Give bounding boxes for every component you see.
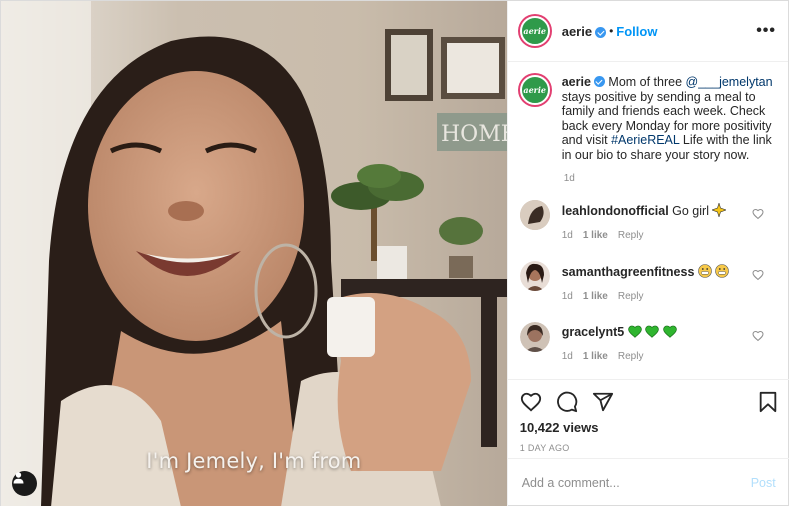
comments-list[interactable]: aerie aerie Mom of three @___jemelytan s… bbox=[508, 63, 789, 379]
caption-text: aerie Mom of three @___jemelytan stays p… bbox=[562, 75, 776, 163]
grin-emoji-icon bbox=[715, 263, 730, 278]
caption-username[interactable]: aerie bbox=[562, 75, 591, 89]
add-comment-bar: Add a comment... Post bbox=[507, 458, 789, 506]
user-tag-button[interactable] bbox=[12, 471, 37, 496]
comment-time[interactable]: 1d bbox=[562, 291, 573, 302]
comment-likes[interactable]: 1 like bbox=[583, 291, 608, 302]
comment-avatar[interactable] bbox=[519, 321, 550, 352]
comment-reply-button[interactable]: Reply bbox=[618, 351, 644, 362]
caption-avatar[interactable]: aerie bbox=[519, 75, 550, 105]
comment-body: leahlondonofficial Go girl 1d 1 like Reply bbox=[562, 202, 727, 241]
green-heart-emoji-icon bbox=[627, 325, 642, 338]
post-side-panel: aerie aerie • Follow ••• aerie aerie Mom… bbox=[506, 1, 789, 506]
sparkle-emoji-icon bbox=[712, 202, 727, 217]
comment-body: samanthagreenfitness 1d 1 like Reply bbox=[562, 263, 730, 302]
caption-text-start: Mom of three bbox=[608, 75, 686, 89]
post-date[interactable]: 1 DAY AGO bbox=[520, 443, 778, 453]
comment-time[interactable]: 1d bbox=[562, 351, 573, 362]
comment-like-heart-icon[interactable] bbox=[752, 269, 764, 281]
header-username[interactable]: aerie bbox=[562, 24, 592, 39]
comment-username[interactable]: samanthagreenfitness bbox=[562, 265, 695, 279]
comment-reply-button[interactable]: Reply bbox=[618, 230, 644, 241]
video-frame: HOME bbox=[1, 1, 507, 506]
comment-like-heart-icon[interactable] bbox=[752, 208, 764, 220]
comment-time[interactable]: 1d bbox=[562, 230, 573, 241]
comment-text: Go girl bbox=[672, 203, 709, 218]
follow-button[interactable]: Follow bbox=[616, 24, 657, 39]
post-video[interactable]: HOME bbox=[1, 1, 507, 506]
more-options-button[interactable]: ••• bbox=[756, 22, 776, 40]
post-actions: 10,422 views 1 DAY AGO bbox=[507, 379, 789, 453]
action-icons bbox=[520, 380, 778, 424]
comment-avatar[interactable] bbox=[519, 199, 550, 230]
comment-icon[interactable] bbox=[556, 391, 578, 413]
bookmark-icon[interactable] bbox=[758, 391, 778, 413]
instagram-post: HOME bbox=[0, 0, 789, 506]
caption-mention-link[interactable]: @___jemelytan bbox=[686, 75, 773, 89]
comment-username[interactable]: gracelynt5 bbox=[562, 325, 625, 339]
verified-badge-icon bbox=[593, 76, 605, 87]
comment-likes[interactable]: 1 like bbox=[583, 230, 608, 241]
post-comment-button[interactable]: Post bbox=[751, 476, 776, 490]
green-heart-emoji-icon bbox=[645, 325, 659, 338]
home-sign: HOME bbox=[441, 122, 507, 147]
comment-item: gracelynt5 1d 1 like Reply bbox=[519, 321, 776, 362]
verified-badge-icon bbox=[595, 26, 607, 38]
comment-username[interactable]: leahlondonofficial bbox=[562, 204, 669, 218]
comment-like-heart-icon[interactable] bbox=[752, 330, 764, 342]
green-heart-emoji-icon bbox=[662, 325, 677, 338]
comment-likes[interactable]: 1 like bbox=[583, 351, 608, 362]
header-avatar[interactable]: aerie bbox=[519, 16, 550, 46]
comment-body: gracelynt5 1d 1 like Reply bbox=[562, 325, 677, 362]
video-subtitle: I'm Jemely, I'm from bbox=[146, 449, 362, 473]
comment-avatar[interactable] bbox=[519, 260, 550, 291]
share-icon[interactable] bbox=[592, 391, 614, 413]
user-icon bbox=[13, 472, 24, 484]
comment-reply-button[interactable]: Reply bbox=[618, 291, 644, 302]
post-header: aerie aerie • Follow ••• bbox=[507, 1, 788, 62]
caption-timestamp[interactable]: 1d bbox=[564, 173, 776, 184]
caption-hashtag-link[interactable]: #AerieREAL bbox=[611, 133, 679, 147]
comment-item: leahlondonofficial Go girl 1d 1 like Reply bbox=[519, 199, 776, 241]
post-caption: aerie aerie Mom of three @___jemelytan s… bbox=[519, 75, 776, 163]
comment-input[interactable]: Add a comment... bbox=[522, 476, 620, 490]
header-separator: • bbox=[609, 24, 614, 38]
comment-item: samanthagreenfitness 1d 1 like Reply bbox=[519, 260, 776, 302]
view-count[interactable]: 10,422 views bbox=[520, 420, 778, 435]
grin-emoji-icon bbox=[698, 263, 712, 278]
heart-icon[interactable] bbox=[520, 391, 542, 413]
